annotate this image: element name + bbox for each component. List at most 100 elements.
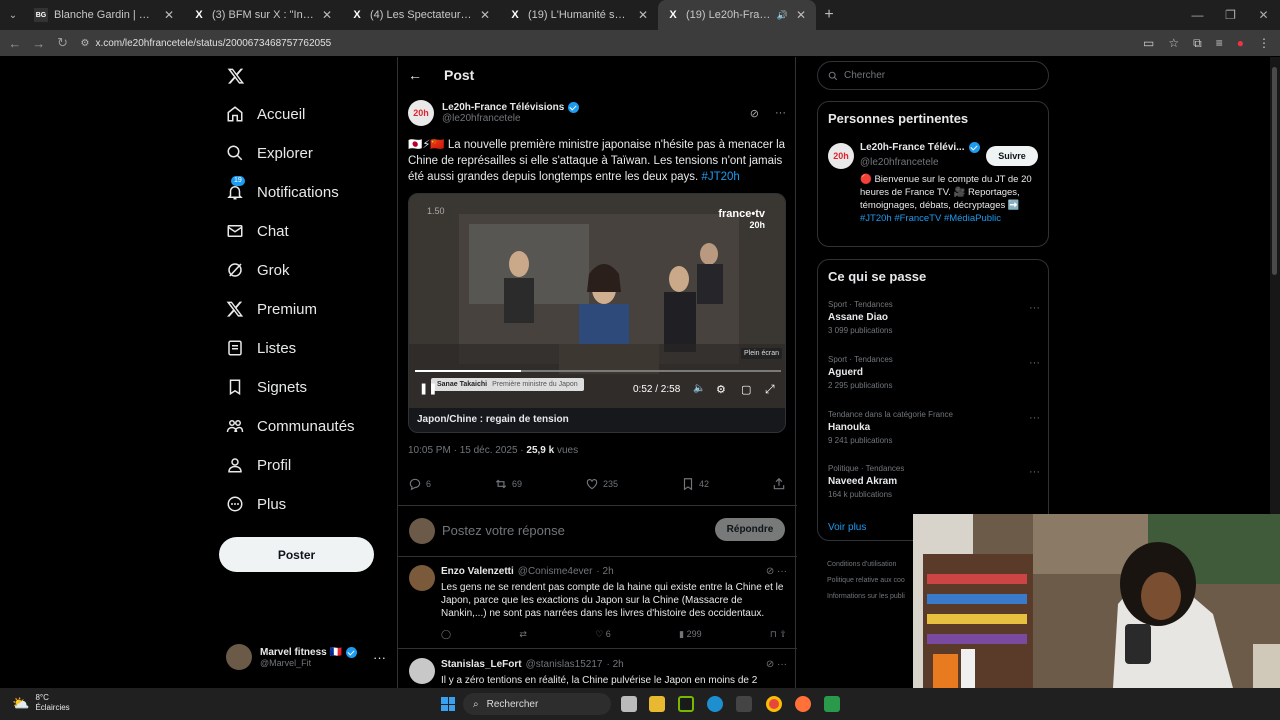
browser-tab-4[interactable]: X (19) L'Humanité sur X : ""Parler ✕ xyxy=(500,0,658,30)
tab-search-menu[interactable]: ⌄ xyxy=(0,0,26,30)
relevant-name[interactable]: Le20h-France Télévi... xyxy=(860,142,965,153)
browser-tab-1[interactable]: BG Blanche Gardin | VOD ✕ xyxy=(26,0,184,30)
account-switcher[interactable]: Marvel fitness 🇫🇷 @Marvel_Fit ··· xyxy=(226,644,386,670)
browser-tab-3[interactable]: X (4) Les Spectateurs sur X : " ✕ xyxy=(342,0,500,30)
store-icon[interactable] xyxy=(736,696,752,712)
avatar[interactable]: 20h xyxy=(828,143,854,169)
bookmark-icon[interactable]: ⊓ ⇧ xyxy=(770,629,787,640)
more-dots-icon[interactable]: ··· xyxy=(1029,412,1040,424)
x-logo-icon[interactable] xyxy=(227,67,245,85)
file-explorer-icon[interactable] xyxy=(649,696,665,712)
avatar[interactable] xyxy=(409,658,435,684)
nav-premium[interactable]: Premium xyxy=(226,300,317,318)
browser-tab-2[interactable]: X (3) BFM sur X : "Insécurité à Ma ✕ xyxy=(184,0,342,30)
tweet-timestamp[interactable]: 10:05 PM · 15 déc. 2025 · xyxy=(408,445,526,456)
back-arrow-icon[interactable]: ← xyxy=(408,67,422,83)
more-dots-icon[interactable]: ··· xyxy=(775,107,786,119)
bookmark-action[interactable]: 42 xyxy=(681,477,709,491)
nav-bookmarks[interactable]: Signets xyxy=(226,378,307,396)
nvidia-icon[interactable] xyxy=(678,696,694,712)
repost-action[interactable]: 69 xyxy=(494,477,522,491)
nav-more[interactable]: Plus xyxy=(226,495,286,513)
profile-icon[interactable]: ● xyxy=(1237,36,1244,51)
reply-action[interactable]: 6 xyxy=(408,477,431,491)
more-dots-icon[interactable]: ··· xyxy=(1029,302,1040,314)
footer-link[interactable]: Informations sur les publi xyxy=(827,589,905,605)
close-window-icon[interactable]: ✕ xyxy=(1247,8,1280,22)
nav-communities[interactable]: Communautés xyxy=(226,417,355,435)
share-action[interactable] xyxy=(772,477,786,491)
views-action[interactable]: ▮ 299 xyxy=(679,629,701,640)
video-player[interactable]: 1.50 france•tv 20h Plein écran Sanae Tak… xyxy=(408,193,786,433)
extensions-icon[interactable]: ⧉ xyxy=(1193,36,1202,51)
pip-icon[interactable]: ▢ xyxy=(741,383,751,396)
new-tab-button[interactable]: + xyxy=(816,6,842,24)
more-dots-icon[interactable]: ··· xyxy=(1029,466,1040,478)
volume-icon[interactable]: 🔈 xyxy=(693,383,705,394)
weather-widget[interactable]: ⛅ 8°C Éclaircies xyxy=(12,693,70,713)
show-more-link[interactable]: Voir plus xyxy=(828,522,866,533)
app-icon[interactable] xyxy=(824,696,840,712)
taskbar-search[interactable]: ⌕ Rechercher xyxy=(463,693,611,715)
comment-item[interactable]: Enzo Valenzetti @Conisme4ever · 2h ⊘ ···… xyxy=(398,557,797,649)
speaker-icon[interactable]: 🔊 xyxy=(777,10,788,21)
chrome-icon[interactable] xyxy=(766,696,782,712)
like-action[interactable]: 235 xyxy=(585,477,618,491)
comment-author[interactable]: Enzo Valenzetti xyxy=(441,565,514,578)
kebab-menu-icon[interactable]: ⋮ xyxy=(1258,36,1270,51)
author-name[interactable]: Le20h-France Télévisions xyxy=(442,102,564,113)
trend-item[interactable]: Sport · Tendances Aguerd 2 295 publicati… xyxy=(828,355,1040,390)
more-dots-icon[interactable]: ⊘ ··· xyxy=(766,658,787,671)
scrollbar-thumb[interactable] xyxy=(1272,67,1277,275)
media-icon[interactable]: ≡ xyxy=(1216,36,1223,51)
nav-lists[interactable]: Listes xyxy=(226,339,296,357)
address-bar[interactable]: ⚙ x.com/le20hfrancetele/status/200067346… xyxy=(80,38,1143,49)
firefox-icon[interactable] xyxy=(795,696,811,712)
minimize-icon[interactable]: — xyxy=(1181,8,1214,22)
reply-icon[interactable]: ◯ xyxy=(441,629,451,640)
more-dots-icon[interactable]: ··· xyxy=(1029,357,1040,369)
cast-icon[interactable]: ▭ xyxy=(1143,36,1154,51)
pause-icon[interactable]: ❚❚ xyxy=(419,382,437,395)
nav-notifications[interactable]: 19 Notifications xyxy=(226,176,339,201)
close-tab-icon[interactable]: ✕ xyxy=(320,8,334,22)
close-tab-icon[interactable]: ✕ xyxy=(794,8,808,22)
nav-home[interactable]: Accueil xyxy=(226,105,305,123)
avatar[interactable] xyxy=(409,565,435,591)
grok-icon[interactable]: ⊘ xyxy=(750,107,759,120)
browser-tab-5[interactable]: X (19) Le20h-France Télévision 🔊 ✕ xyxy=(658,0,816,30)
post-button[interactable]: Poster xyxy=(219,537,374,572)
video-caption[interactable]: Japon/Chine : regain de tension xyxy=(409,408,785,432)
nav-profile[interactable]: Profil xyxy=(226,456,291,474)
more-dots-icon[interactable]: ··· xyxy=(373,650,386,665)
comment-item[interactable]: Stanislas_LeFort @stanislas15217 · 2h ⊘ … xyxy=(398,650,797,688)
reply-input[interactable]: Postez votre réponse xyxy=(442,523,565,538)
trend-item[interactable]: Sport · Tendances Assane Diao 3 099 publ… xyxy=(828,300,1040,335)
forward-arrow-icon[interactable]: → xyxy=(27,36,51,51)
task-view-icon[interactable] xyxy=(621,696,637,712)
windows-start-icon[interactable] xyxy=(441,697,455,711)
bookmark-star-icon[interactable]: ☆ xyxy=(1168,36,1179,51)
like-action[interactable]: ♡ 6 xyxy=(595,629,611,640)
footer-link[interactable]: Politique relative aux coo xyxy=(827,573,905,589)
progress-track[interactable] xyxy=(415,370,781,372)
site-info-icon[interactable]: ⚙ xyxy=(80,38,89,49)
comment-author[interactable]: Stanislas_LeFort xyxy=(441,658,522,671)
nav-grok[interactable]: Grok xyxy=(226,261,290,279)
author-handle[interactable]: @le20hfrancetele xyxy=(442,113,742,124)
fullscreen-icon[interactable]: ⤢ xyxy=(765,382,775,397)
follow-button[interactable]: Suivre xyxy=(986,146,1038,166)
trend-item[interactable]: Tendance dans la catégorie France Hanouk… xyxy=(828,410,1040,445)
back-arrow-icon[interactable]: ← xyxy=(3,36,27,51)
search-input[interactable]: Chercher xyxy=(817,61,1049,90)
trend-item[interactable]: Politique · Tendances Naveed Akram 164 k… xyxy=(828,464,1040,499)
close-tab-icon[interactable]: ✕ xyxy=(636,8,650,22)
comment-handle[interactable]: @Conisme4ever xyxy=(518,565,593,578)
avatar[interactable]: 20h xyxy=(408,100,434,126)
edge-icon[interactable] xyxy=(707,696,723,712)
nav-chat[interactable]: Chat xyxy=(226,222,289,240)
comment-handle[interactable]: @stanislas15217 xyxy=(526,658,603,671)
relevant-handle[interactable]: @le20hfrancetele xyxy=(860,157,939,168)
nav-explore[interactable]: Explorer xyxy=(226,144,313,162)
close-tab-icon[interactable]: ✕ xyxy=(162,8,176,22)
